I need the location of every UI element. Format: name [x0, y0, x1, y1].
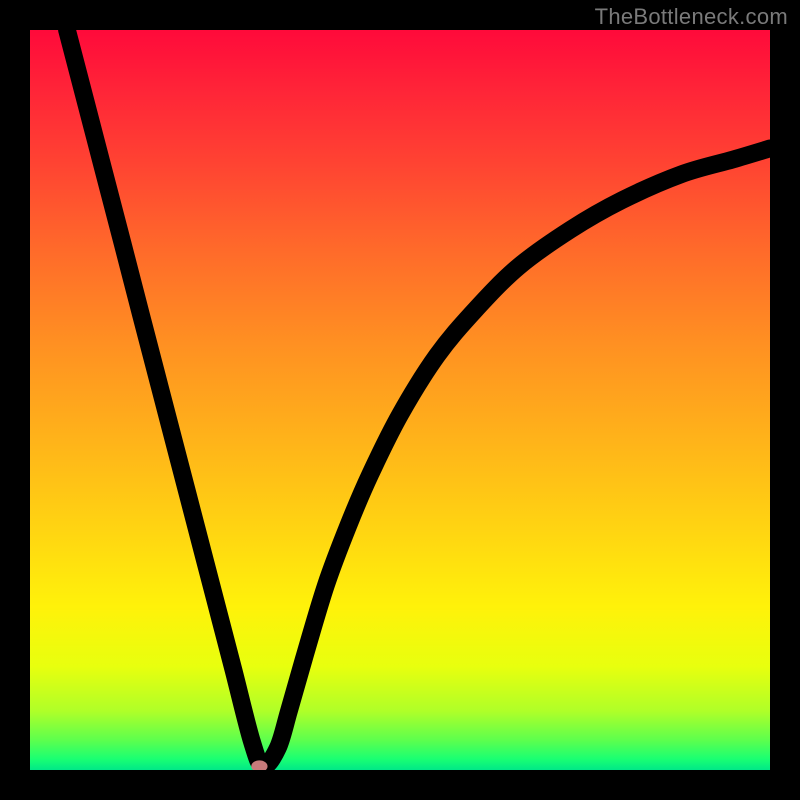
curve-svg: [30, 30, 770, 770]
plot-area: [30, 30, 770, 770]
watermark-text: TheBottleneck.com: [595, 4, 788, 30]
chart-container: TheBottleneck.com: [0, 0, 800, 800]
bottleneck-curve: [67, 30, 770, 766]
